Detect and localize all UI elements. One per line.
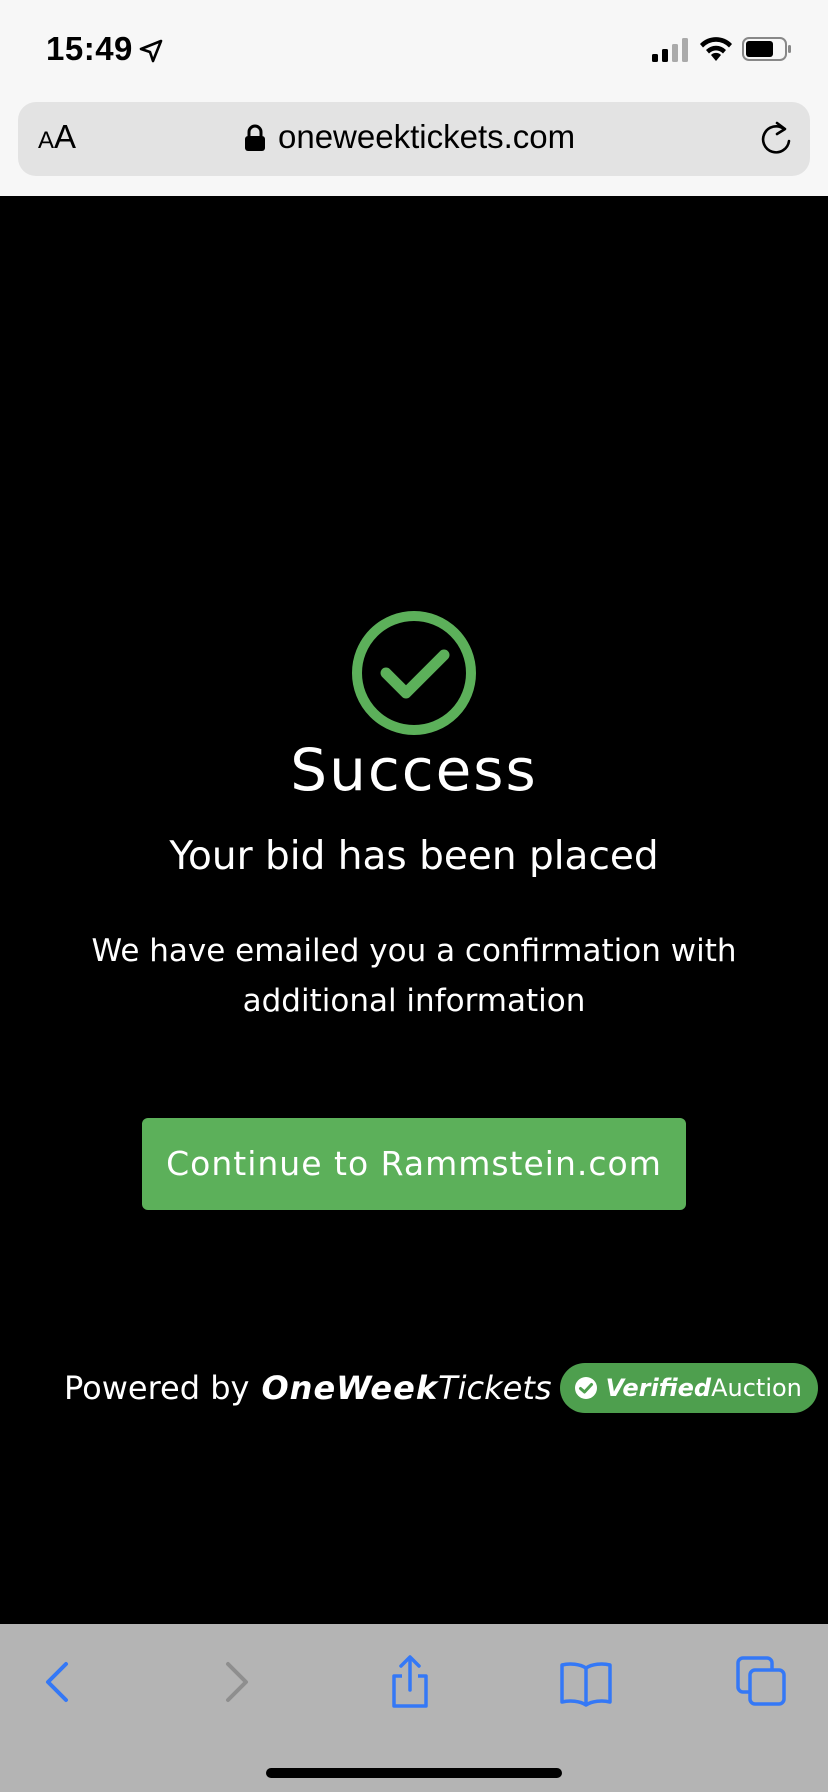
home-indicator bbox=[266, 1768, 562, 1778]
status-time: 15:49 bbox=[46, 30, 133, 67]
text-size-button[interactable]: AA bbox=[38, 118, 76, 160]
bookmarks-icon[interactable] bbox=[558, 1654, 614, 1710]
browser-toolbar bbox=[0, 1624, 828, 1792]
page-content: Success Your bid has been placed We have… bbox=[0, 196, 828, 1624]
tabs-icon[interactable] bbox=[734, 1654, 790, 1710]
text-size-small-a: A bbox=[38, 127, 55, 154]
brand-name[interactable]: OneWeekTickets bbox=[261, 1369, 551, 1407]
forward-icon[interactable] bbox=[208, 1654, 264, 1710]
badge-verified-text: Verified bbox=[605, 1374, 712, 1402]
wifi-icon bbox=[700, 37, 732, 61]
success-check-icon bbox=[352, 611, 476, 735]
powered-by-footer: Powered by OneWeekTickets Verified Auctio… bbox=[64, 1360, 818, 1416]
reload-icon[interactable] bbox=[758, 120, 794, 158]
badge-auction-text: Auction bbox=[711, 1374, 802, 1402]
text-size-big-a: A bbox=[54, 118, 77, 155]
browser-chrome: 15:49 AA oneweektickets.com bbox=[0, 0, 828, 196]
bid-message: Your bid has been placed bbox=[169, 834, 659, 879]
location-arrow-icon bbox=[139, 39, 163, 63]
powered-by-label: Powered by bbox=[64, 1369, 250, 1407]
brand-name-light: Tickets bbox=[438, 1369, 552, 1407]
brand-name-bold: OneWeek bbox=[261, 1369, 439, 1407]
success-title: Success bbox=[290, 736, 538, 804]
continue-button[interactable]: Continue to Rammstein.com bbox=[142, 1118, 686, 1210]
url-text[interactable]: oneweektickets.com bbox=[278, 118, 575, 156]
address-bar[interactable]: AA oneweektickets.com bbox=[18, 102, 810, 176]
share-icon[interactable] bbox=[382, 1654, 438, 1710]
signal-icon bbox=[652, 38, 688, 62]
verified-auction-badge: Verified Auction bbox=[559, 1363, 818, 1413]
battery-icon bbox=[742, 37, 791, 61]
info-message: We have emailed you a confirmation with … bbox=[91, 933, 737, 1019]
back-icon[interactable] bbox=[30, 1654, 86, 1710]
verified-check-icon bbox=[574, 1377, 597, 1399]
lock-icon bbox=[245, 124, 265, 151]
